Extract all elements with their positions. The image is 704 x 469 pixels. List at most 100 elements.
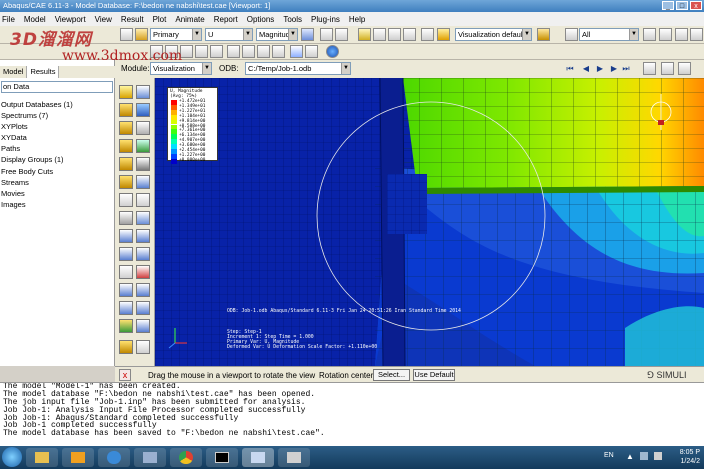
display-options-icon[interactable]	[437, 28, 450, 41]
plot-undeformed-icon[interactable]	[119, 85, 133, 99]
minimize-button[interactable]: _	[662, 1, 674, 10]
create-path-icon[interactable]	[119, 247, 133, 261]
remove-selected-icon[interactable]	[136, 301, 150, 315]
module-combo[interactable]: Visualization ▼	[150, 62, 212, 75]
tree-selector[interactable]: on Data	[1, 81, 113, 93]
xy-data-manager-icon[interactable]	[136, 211, 150, 225]
visualization-defaults-combo[interactable]: Visualization defaults ▼	[455, 28, 532, 41]
cursor-icon[interactable]	[565, 28, 578, 41]
tree-item-movies[interactable]: Movies	[1, 188, 73, 199]
tree-item-spectrums[interactable]: Spectrums (7)	[1, 110, 73, 121]
symbol-options-icon[interactable]	[136, 139, 150, 153]
wireframe-icon[interactable]	[373, 28, 386, 41]
tab-model[interactable]: Model	[0, 66, 28, 78]
network-icon[interactable]	[640, 452, 648, 460]
next-frame-icon[interactable]: ▶	[609, 63, 619, 74]
color-code-icon[interactable]	[119, 319, 133, 333]
create-stream-icon[interactable]	[119, 265, 133, 279]
animation-options-icon[interactable]	[643, 62, 656, 75]
play-icon[interactable]: ▶	[595, 63, 605, 74]
menu-viewport[interactable]: Viewport	[55, 15, 86, 24]
tree-item-paths[interactable]: Paths	[1, 143, 73, 154]
view-iso-icon[interactable]	[272, 45, 285, 58]
animate-scale-icon[interactable]	[119, 175, 133, 189]
view-cut-manager-icon[interactable]	[136, 193, 150, 207]
animation-options-icon[interactable]	[119, 193, 133, 207]
field-output-icon[interactable]	[135, 28, 148, 41]
color-code-icon[interactable]	[537, 28, 550, 41]
stream-manager-icon[interactable]	[136, 265, 150, 279]
menu-file[interactable]: File	[2, 15, 15, 24]
tree-item-streams[interactable]: Streams	[1, 177, 73, 188]
translucency-icon[interactable]	[421, 28, 434, 41]
field-variable-combo[interactable]: U ▼	[205, 28, 253, 41]
message-area[interactable]: The model "Model-1" has been created. Th…	[0, 382, 704, 446]
view-back-icon[interactable]	[242, 45, 255, 58]
filled-icon[interactable]	[403, 28, 416, 41]
menu-options[interactable]: Options	[247, 15, 275, 24]
auto-fit-icon[interactable]	[210, 45, 223, 58]
view-top-icon[interactable]	[257, 45, 270, 58]
viewport[interactable]: U, Magnitude (Avg: 75%) +1.472e+01 +1.349…	[155, 78, 704, 366]
close-button[interactable]: x	[690, 1, 702, 10]
taskbar-media-player-icon[interactable]	[62, 448, 94, 467]
tree-item-display-groups[interactable]: Display Groups (1)	[1, 154, 73, 165]
pick-polygon-icon[interactable]	[690, 28, 703, 41]
taskbar-abaqus-icon[interactable]	[242, 448, 274, 467]
menu-plot[interactable]: Plot	[153, 15, 167, 24]
free-body-manager-icon[interactable]	[136, 229, 150, 243]
invariant-combo[interactable]: Magnitude ▼	[256, 28, 298, 41]
menu-tools[interactable]: Tools	[283, 15, 302, 24]
tree-item-xydata[interactable]: XYData	[1, 132, 73, 143]
clock[interactable]: 8:05 P 1/24/2	[680, 448, 700, 466]
tray-arrow-icon[interactable]: ▲	[626, 452, 634, 461]
menu-report[interactable]: Report	[214, 15, 238, 24]
display-group-manager-icon[interactable]	[136, 283, 150, 297]
menu-plugins[interactable]: Plug-ins	[311, 15, 340, 24]
taskbar-app2-icon[interactable]	[278, 448, 310, 467]
primary-variable-combo[interactable]: Primary ▼	[150, 28, 202, 41]
cycle-view-icon[interactable]	[305, 45, 318, 58]
menu-view[interactable]: View	[95, 15, 112, 24]
plot-contours-icon[interactable]	[119, 103, 133, 117]
query-icon[interactable]	[136, 319, 150, 333]
superimpose-options-icon[interactable]	[136, 157, 150, 171]
create-free-body-icon[interactable]	[119, 229, 133, 243]
pick-icon[interactable]	[643, 28, 656, 41]
cancel-procedure-button[interactable]: x	[119, 369, 131, 381]
path-manager-icon[interactable]	[136, 247, 150, 261]
taskbar-chrome-icon[interactable]	[170, 448, 202, 467]
taskbar-app-icon[interactable]	[134, 448, 166, 467]
view-front-icon[interactable]	[227, 45, 240, 58]
previous-frame-icon[interactable]: ◀	[581, 63, 591, 74]
taskbar-cmd-icon[interactable]	[206, 448, 238, 467]
tree-item-xyplots[interactable]: XYPlots	[1, 121, 73, 132]
animate-time-icon[interactable]	[136, 175, 150, 189]
menu-model[interactable]: Model	[24, 15, 46, 24]
start-button[interactable]	[2, 447, 22, 467]
tree-item-output-databases[interactable]: Output Databases (1)	[1, 99, 73, 110]
menu-help[interactable]: Help	[349, 15, 365, 24]
render-style-icon[interactable]	[358, 28, 371, 41]
pick-box-icon[interactable]	[659, 28, 672, 41]
contour-plot[interactable]	[155, 78, 704, 366]
query-info-icon[interactable]	[326, 45, 339, 58]
select-button[interactable]: Select...	[373, 369, 410, 381]
box-zoom-icon[interactable]	[195, 45, 208, 58]
taskbar-ie-icon[interactable]	[98, 448, 130, 467]
create-xy-data-icon[interactable]	[119, 211, 133, 225]
probe-values-icon[interactable]	[119, 340, 133, 354]
last-frame-icon[interactable]: ⏭	[621, 63, 631, 74]
replace-all-icon[interactable]	[119, 301, 133, 315]
tab-results[interactable]: Results	[27, 66, 60, 78]
tree-item-free-body-cuts[interactable]: Free Body Cuts	[1, 166, 73, 177]
select-icon[interactable]	[120, 28, 133, 41]
report-field-output-icon[interactable]	[136, 340, 150, 354]
allow-multiple-plots-icon[interactable]	[136, 121, 150, 135]
camera-icon[interactable]	[678, 62, 691, 75]
volume-icon[interactable]	[654, 452, 662, 460]
menu-animate[interactable]: Animate	[175, 15, 204, 24]
language-indicator[interactable]: EN	[604, 452, 614, 459]
refresh-icon[interactable]	[301, 28, 314, 41]
create-display-group-icon[interactable]	[119, 283, 133, 297]
